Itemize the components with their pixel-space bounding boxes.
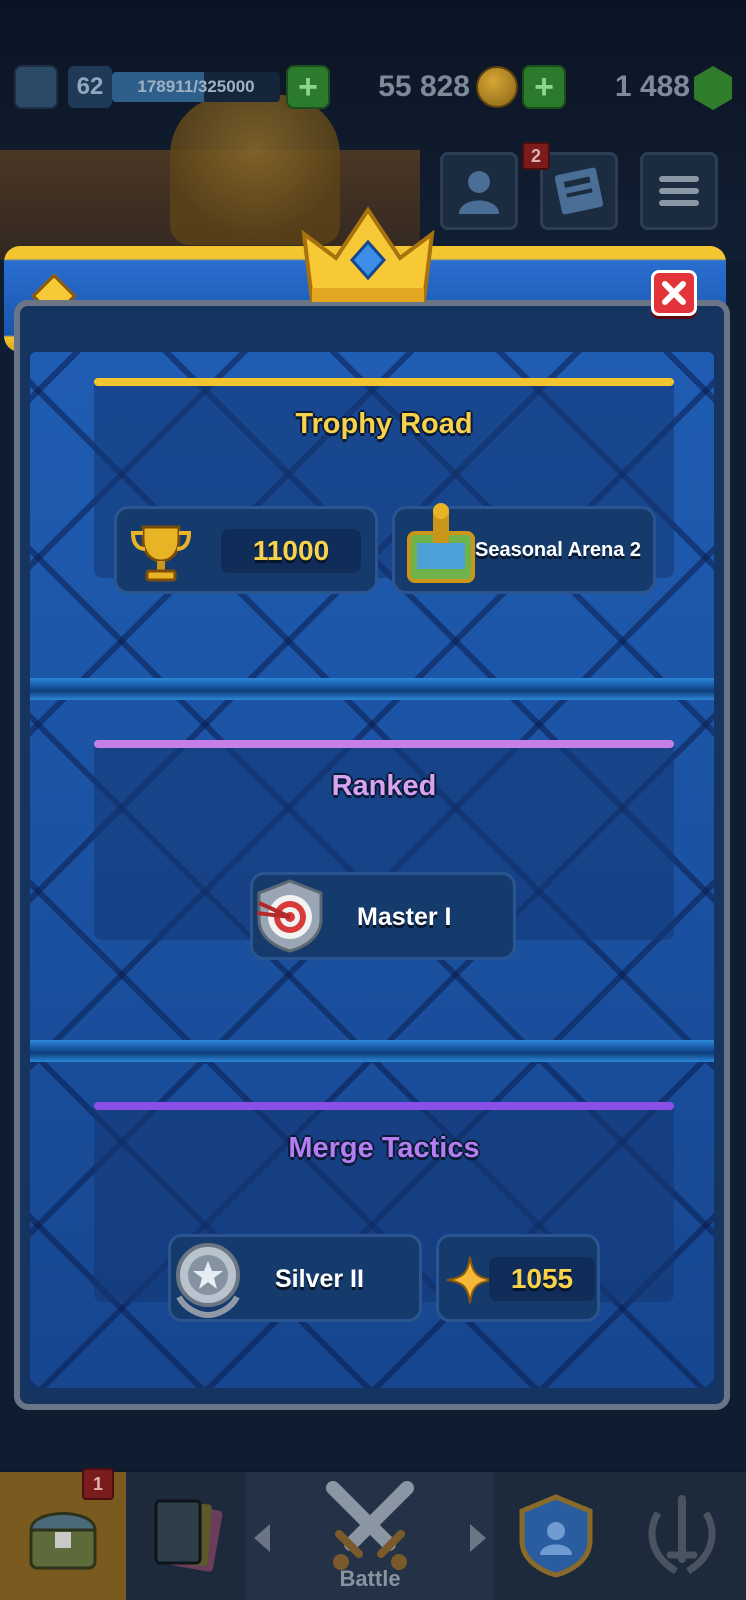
trophy-count: 11000 — [221, 529, 361, 573]
nav-right-arrow-icon[interactable] — [470, 1524, 486, 1552]
ranked-pill[interactable]: Master I — [250, 872, 516, 960]
modal-content: Trophy Road 11000 Seasonal Arena 2 Ranke… — [30, 352, 714, 1388]
cards-icon — [154, 1499, 223, 1572]
silver-badge-icon — [176, 1243, 240, 1319]
nav-left-arrow-icon[interactable] — [254, 1524, 270, 1552]
nav-tab-cards[interactable] — [126, 1472, 246, 1600]
battle-label: Battle — [339, 1566, 401, 1591]
section-divider — [30, 1040, 714, 1062]
shop-badge: 1 — [82, 1468, 114, 1500]
crown-icon — [301, 206, 435, 302]
progress-modal: Trophy Road 11000 Seasonal Arena 2 Ranke… — [14, 300, 730, 1410]
king-tower-icon[interactable] — [14, 65, 58, 109]
nav-tab-battle[interactable]: Battle — [246, 1472, 494, 1600]
chest-icon — [29, 1512, 97, 1570]
trophy-road-section: Trophy Road 11000 Seasonal Arena 2 — [30, 352, 714, 710]
ranked-title: Ranked — [331, 770, 437, 802]
arena-icon — [407, 503, 475, 583]
laurel-sword-icon — [648, 1495, 716, 1575]
merge-points-pill[interactable]: 1055 — [436, 1234, 600, 1322]
section-divider — [30, 678, 714, 700]
nav-tab-events[interactable] — [618, 1472, 746, 1600]
friends-icon — [459, 171, 499, 214]
close-button[interactable] — [651, 270, 697, 316]
arena-name: Seasonal Arena 2 — [475, 539, 642, 561]
gem-amount: 1 488 — [614, 70, 690, 103]
arena-pill[interactable]: Seasonal Arena 2 — [392, 503, 656, 594]
merge-league-pill[interactable]: Silver II — [168, 1234, 422, 1322]
add-gold-button[interactable]: + — [522, 65, 566, 109]
news-button[interactable] — [540, 152, 618, 230]
news-badge: 2 — [522, 142, 550, 170]
close-icon — [662, 281, 686, 305]
merge-tactics-section: Merge Tactics Silver II 1055 — [30, 1076, 714, 1404]
menu-icon — [659, 170, 699, 212]
star-points-icon — [446, 1256, 494, 1304]
ranked-target-icon — [256, 879, 323, 953]
bottom-nav: 1 Battle — [0, 1468, 746, 1600]
friends-button[interactable] — [440, 152, 518, 230]
gold-amount: 55 828 — [378, 70, 470, 103]
newspaper-icon — [554, 167, 604, 215]
gold-coin-icon — [476, 66, 518, 108]
king-level: 62 — [68, 66, 112, 108]
trophy-count-pill[interactable]: 11000 — [114, 506, 378, 594]
ranked-section: Ranked Master I — [30, 714, 714, 1072]
trophy-icon — [130, 525, 192, 582]
clan-shield-icon — [519, 1494, 593, 1578]
merge-points: 1055 — [489, 1257, 595, 1301]
merge-tactics-accent-line — [94, 1102, 674, 1110]
merge-league: Silver II — [275, 1265, 364, 1293]
menu-button[interactable] — [640, 152, 718, 230]
merge-tactics-title: Merge Tactics — [288, 1132, 480, 1164]
ranked-accent-line — [94, 740, 674, 748]
trophy-road-accent-line — [94, 378, 674, 386]
add-xp-button[interactable]: + — [286, 65, 330, 109]
gem-icon — [694, 66, 732, 110]
ranked-tier: Master I — [357, 903, 452, 931]
nav-tab-clan[interactable] — [494, 1472, 618, 1600]
top-hud: 62 178911/325000 + 55 828 + 1 488 — [0, 60, 746, 114]
trophy-road-title: Trophy Road — [295, 408, 473, 440]
xp-text: 178911/325000 — [137, 77, 255, 96]
xp-bar: 178911/325000 — [112, 72, 280, 102]
